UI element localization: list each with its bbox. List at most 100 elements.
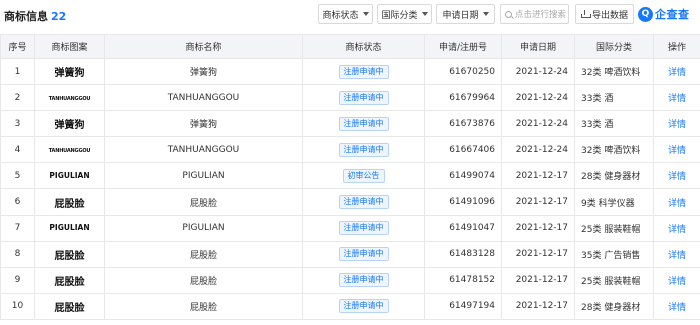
table-row: 6 屁股脸 屁股脸 注册申请中 61491096 2021-12-17 9类 科学仪器 详情 bbox=[0, 188, 700, 216]
download-icon bbox=[580, 10, 591, 18]
col-image: 商标图案 bbox=[34, 34, 105, 59]
filter-international-class[interactable]: 国际分类 bbox=[377, 4, 432, 24]
row-index: 9 bbox=[0, 266, 35, 294]
status-cell: 注册申请中 bbox=[302, 214, 425, 242]
detail-link[interactable]: 详情 bbox=[668, 251, 686, 261]
search-input[interactable]: 点击进行搜索 bbox=[500, 4, 569, 24]
status-cell: 注册申请中 bbox=[302, 188, 425, 216]
trademark-image[interactable]: 屁股脸 bbox=[34, 240, 105, 268]
trademark-image-text: PIGULIAN bbox=[49, 223, 90, 233]
application-date: 2021-12-24 bbox=[501, 136, 575, 164]
status-cell: 注册申请中 bbox=[302, 240, 425, 268]
trademark-image[interactable]: TANHUANGGOU bbox=[34, 136, 105, 164]
status-badge: 注册申请中 bbox=[338, 273, 389, 288]
col-status: 商标状态 bbox=[302, 34, 425, 59]
application-date: 2021-12-24 bbox=[501, 110, 575, 138]
trademark-name: TANHUANGGOU bbox=[104, 136, 303, 164]
international-class: 28类 健身器材 bbox=[574, 162, 654, 190]
status-badge: 注册申请中 bbox=[338, 195, 389, 210]
application-date: 2021-12-24 bbox=[501, 84, 575, 112]
trademark-name: TANHUANGGOU bbox=[104, 84, 303, 112]
application-date: 2021-12-24 bbox=[501, 57, 575, 86]
table-row: 8 屁股脸 屁股脸 注册申请中 61483128 2021-12-17 35类 广告销售 详情 bbox=[0, 240, 700, 268]
registration-number: 61499074 bbox=[424, 162, 502, 190]
trademark-image-text: 屁股脸 bbox=[54, 302, 85, 314]
trademark-image[interactable]: TANHUANGGOU bbox=[34, 84, 105, 112]
trademark-image[interactable]: 屁股脸 bbox=[34, 292, 105, 320]
trademark-name: PIGULIAN bbox=[104, 214, 303, 242]
col-class: 国际分类 bbox=[574, 34, 654, 59]
trademark-image-text: TANHUANGGOU bbox=[48, 147, 91, 154]
table-row: 5 PIGULIAN PIGULIAN 初审公告 61499074 2021-12-17 2… bbox=[0, 162, 700, 190]
international-class: 25类 服装鞋帽 bbox=[574, 214, 654, 242]
detail-link[interactable]: 详情 bbox=[668, 120, 686, 130]
row-index: 10 bbox=[0, 292, 35, 320]
section-title-label: 商标信息 bbox=[4, 10, 48, 23]
qichacha-logo: Q 企查查 bbox=[638, 5, 690, 23]
trademark-image[interactable]: PIGULIAN bbox=[34, 214, 105, 242]
chevron-down-icon bbox=[362, 12, 369, 16]
detail-link[interactable]: 详情 bbox=[668, 146, 686, 156]
row-index: 6 bbox=[0, 188, 35, 216]
trademark-image-text: 屁股脸 bbox=[54, 276, 85, 288]
international-class: 32类 啤酒饮料 bbox=[574, 136, 654, 164]
status-badge: 注册申请中 bbox=[338, 247, 389, 262]
filter-trademark-status[interactable]: 商标状态 bbox=[318, 4, 373, 24]
table-row: 3 弹簧狗 弹簧狗 注册申请中 61673876 2021-12-24 33类 酒 详情 bbox=[0, 110, 700, 138]
trademark-image[interactable]: PIGULIAN bbox=[34, 162, 105, 190]
status-badge: 初审公告 bbox=[342, 168, 385, 183]
trademark-image[interactable]: 弹簧狗 bbox=[34, 57, 105, 86]
action-cell: 详情 bbox=[653, 240, 700, 268]
row-index: 8 bbox=[0, 240, 35, 268]
detail-link[interactable]: 详情 bbox=[668, 68, 686, 78]
detail-link[interactable]: 详情 bbox=[668, 277, 686, 287]
application-date: 2021-12-17 bbox=[501, 240, 575, 268]
row-index: 4 bbox=[0, 136, 35, 164]
col-action: 操作 bbox=[653, 34, 700, 59]
international-class: 9类 科学仪器 bbox=[574, 188, 654, 216]
trademark-count: 22 bbox=[51, 10, 67, 23]
filter-application-date[interactable]: 申请日期 bbox=[436, 4, 495, 24]
col-index: 序号 bbox=[0, 34, 35, 59]
table-row: 2 TANHUANGGOU TANHUANGGOU 注册申请中 61679964 2021… bbox=[0, 84, 700, 112]
trademark-image-text: 弹簧狗 bbox=[54, 120, 85, 132]
trademark-image-text: 屁股脸 bbox=[54, 250, 85, 262]
detail-link[interactable]: 详情 bbox=[668, 225, 686, 235]
detail-link[interactable]: 详情 bbox=[668, 94, 686, 104]
search-placeholder: 点击进行搜索 bbox=[515, 10, 567, 20]
trademark-image-text: TANHUANGGOU bbox=[48, 95, 91, 102]
col-name: 商标名称 bbox=[104, 34, 303, 59]
international-class: 28类 健身器材 bbox=[574, 292, 654, 320]
status-cell: 注册申请中 bbox=[302, 110, 425, 138]
application-date: 2021-12-17 bbox=[501, 266, 575, 294]
trademark-image[interactable]: 弹簧狗 bbox=[34, 110, 105, 138]
status-cell: 注册申请中 bbox=[302, 136, 425, 164]
detail-link[interactable]: 详情 bbox=[668, 199, 686, 209]
trademark-name: 屁股脸 bbox=[104, 292, 303, 320]
action-cell: 详情 bbox=[653, 188, 700, 216]
trademark-image[interactable]: 屁股脸 bbox=[34, 188, 105, 216]
status-cell: 初审公告 bbox=[302, 162, 425, 190]
detail-link[interactable]: 详情 bbox=[668, 303, 686, 313]
status-badge: 注册申请中 bbox=[338, 142, 389, 157]
registration-number: 61667406 bbox=[424, 136, 502, 164]
registration-number: 61670250 bbox=[424, 57, 502, 86]
registration-number: 61491096 bbox=[424, 188, 502, 216]
col-date: 申请日期 bbox=[501, 34, 575, 59]
registration-number: 61491047 bbox=[424, 214, 502, 242]
logo-text: 企查查 bbox=[655, 8, 690, 21]
status-badge: 注册申请中 bbox=[338, 90, 389, 105]
action-cell: 详情 bbox=[653, 136, 700, 164]
trademark-name: 屁股脸 bbox=[104, 188, 303, 216]
filter-label: 商标状态 bbox=[322, 10, 359, 21]
section-title: 商标信息 22 bbox=[4, 8, 66, 24]
action-cell: 详情 bbox=[653, 162, 700, 190]
action-cell: 详情 bbox=[653, 57, 700, 86]
table-row: 4 TANHUANGGOU TANHUANGGOU 注册申请中 61667406 2021… bbox=[0, 136, 700, 164]
export-data-button[interactable]: 导出数据 bbox=[575, 4, 634, 24]
trademark-name: 弹簧狗 bbox=[104, 57, 303, 86]
export-label: 导出数据 bbox=[591, 10, 628, 21]
detail-link[interactable]: 详情 bbox=[668, 172, 686, 182]
trademark-image[interactable]: 屁股脸 bbox=[34, 266, 105, 294]
logo-mark-icon: Q bbox=[638, 6, 653, 22]
